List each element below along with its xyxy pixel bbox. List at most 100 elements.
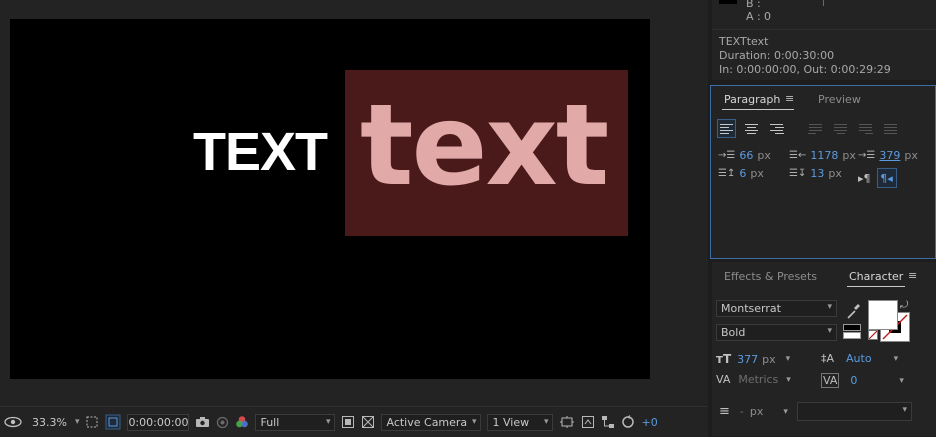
composition-canvas[interactable]: TEXT text <box>10 19 650 379</box>
chevron-down-icon: ▾ <box>74 417 80 427</box>
stroke-type-select[interactable]: ▾ <box>797 402 912 421</box>
guides-toggle-icon[interactable] <box>361 412 375 432</box>
chevron-down-icon: ▾ <box>325 417 331 427</box>
exposure-value[interactable]: +0 <box>641 412 657 432</box>
justify-all-icon[interactable] <box>881 119 900 138</box>
indent-first-line-field[interactable]: →☰ 379 px <box>858 149 918 162</box>
justify-last-right-icon[interactable] <box>856 119 875 138</box>
composition-viewer[interactable]: TEXT text <box>0 0 708 406</box>
indent-first-line-icon: →☰ <box>858 150 876 161</box>
camera-dropdown[interactable]: Active Camera ▾ <box>381 412 482 432</box>
reset-exposure-icon[interactable] <box>621 412 635 432</box>
toggle-pixel-aspect-icon[interactable] <box>559 412 575 432</box>
indent-left-unit: px <box>757 149 771 162</box>
swap-colors-icon[interactable]: ⤾ <box>900 300 908 311</box>
font-style-select[interactable]: Bold ▾ <box>716 324 837 341</box>
show-snapshot-icon[interactable] <box>216 412 229 432</box>
info-divider <box>823 0 824 6</box>
tracking-field[interactable]: VA 0 ▾ <box>821 373 904 388</box>
timecode-value: 0:00:00:00 <box>128 415 189 429</box>
chevron-down-icon: ▾ <box>543 417 549 427</box>
chevron-down-icon[interactable]: ▾ <box>783 407 788 417</box>
text-layer-pink[interactable]: text <box>360 86 609 206</box>
text-layer-white[interactable]: TEXT <box>193 122 328 182</box>
chevron-down-icon: ▾ <box>471 417 477 427</box>
font-size-value[interactable]: 377 <box>737 353 758 366</box>
justify-last-center-icon[interactable] <box>831 119 850 138</box>
leading-icon: ‡A <box>821 352 835 365</box>
tracking-value[interactable]: 0 <box>850 374 857 387</box>
space-before-value[interactable]: 6 <box>739 167 746 180</box>
tab-paragraph[interactable]: Paragraph <box>724 93 780 106</box>
justify-last-left-icon[interactable] <box>806 119 825 138</box>
kerning-value[interactable]: Metrics <box>738 373 778 386</box>
paragraph-panel: Paragraph ≡ Preview →☰ 66 px ☰← 1178 px … <box>710 85 936 259</box>
space-before-field[interactable]: ☰↥ 6 px <box>718 167 764 180</box>
chevron-down-icon[interactable]: ▾ <box>786 375 791 385</box>
kerning-field[interactable]: VA Metrics ▾ <box>716 373 791 386</box>
layer-in-out: In: 0:00:00:00, Out: 0:00:29:29 <box>719 63 891 76</box>
rtl-direction-icon[interactable]: ¶◂ <box>876 168 897 188</box>
leading-field[interactable]: ‡A Auto ▾ <box>821 352 898 365</box>
chevron-down-icon[interactable]: ▾ <box>894 354 899 364</box>
timeline-icon[interactable] <box>581 412 595 432</box>
align-left-icon[interactable] <box>717 119 736 138</box>
panel-menu-icon[interactable]: ≡ <box>785 92 794 105</box>
region-of-interest-icon[interactable] <box>85 412 99 432</box>
character-panel: Effects & Presets Character ≡ Montserrat… <box>712 262 936 436</box>
tab-preview[interactable]: Preview <box>818 93 861 106</box>
timecode-field[interactable]: 0:00:00:00 <box>127 412 190 432</box>
transparency-grid-icon[interactable] <box>105 412 121 432</box>
align-right-icon[interactable] <box>767 119 786 138</box>
chevron-down-icon: ▾ <box>827 326 832 336</box>
stroke-width-value[interactable]: - <box>740 405 744 418</box>
camera-value: Active Camera <box>386 415 468 429</box>
chevron-down-icon[interactable]: ▾ <box>786 354 791 364</box>
indent-right-field[interactable]: ☰← 1178 px <box>789 149 856 162</box>
indent-right-value[interactable]: 1178 <box>810 149 838 162</box>
align-center-icon[interactable] <box>742 119 761 138</box>
indent-right-icon: ☰← <box>789 150 807 161</box>
views-value: 1 View <box>492 415 530 429</box>
info-a-label: A : <box>746 10 761 23</box>
alignment-buttons <box>717 119 900 138</box>
views-dropdown[interactable]: 1 View ▾ <box>487 412 554 432</box>
stroke-width-icon: ≡ <box>719 404 730 419</box>
chevron-down-icon: ▾ <box>902 405 907 415</box>
resolution-dropdown[interactable]: Full ▾ <box>255 412 336 432</box>
font-size-unit: px <box>762 352 776 366</box>
tracking-icon: VA <box>821 373 840 388</box>
indent-left-value[interactable]: 66 <box>739 149 753 162</box>
eyedropper-icon[interactable] <box>846 302 862 323</box>
tab-character[interactable]: Character <box>849 270 903 283</box>
space-after-field[interactable]: ☰↧ 13 px <box>789 167 842 180</box>
flowchart-icon[interactable] <box>601 412 615 432</box>
info-b-label: B : <box>746 0 761 10</box>
channel-icon[interactable] <box>235 412 249 432</box>
tab-paragraph-underline <box>722 109 794 110</box>
stroke-width-field[interactable]: ≡ - px ▾ <box>719 404 788 419</box>
fill-color-swatch[interactable] <box>868 300 898 330</box>
indent-first-line-value[interactable]: 379 <box>879 149 900 162</box>
indent-first-line-unit: px <box>904 149 918 162</box>
chevron-down-icon[interactable]: ▾ <box>899 376 904 386</box>
space-after-value[interactable]: 13 <box>810 167 824 180</box>
font-size-field[interactable]: тT 377 px ▾ <box>716 352 790 366</box>
zoom-dropdown[interactable]: 33.3% ▾ <box>32 412 79 432</box>
indent-left-field[interactable]: →☰ 66 px <box>718 149 771 162</box>
panel-menu-icon[interactable]: ≡ <box>908 269 917 282</box>
fill-color-mini[interactable] <box>843 324 861 331</box>
space-after-unit: px <box>828 167 842 180</box>
always-preview-icon[interactable] <box>4 412 22 432</box>
viewer-toolbar: 33.3% ▾ 0:00:00:00 Full ▾ Active Camera … <box>0 406 708 437</box>
leading-value[interactable]: Auto <box>846 352 872 365</box>
snapshot-icon[interactable] <box>195 412 210 432</box>
stroke-color-mini[interactable] <box>843 332 861 339</box>
fast-previews-icon[interactable] <box>341 412 355 432</box>
font-family-select[interactable]: Montserrat ▾ <box>716 300 837 317</box>
tab-effects-presets[interactable]: Effects & Presets <box>724 270 817 283</box>
text-direction-controls: ▸¶ ¶◂ <box>858 168 897 188</box>
kerning-icon: VA <box>716 373 731 386</box>
ltr-direction-icon[interactable]: ▸¶ <box>858 172 871 185</box>
no-fill-icon[interactable] <box>868 330 878 340</box>
